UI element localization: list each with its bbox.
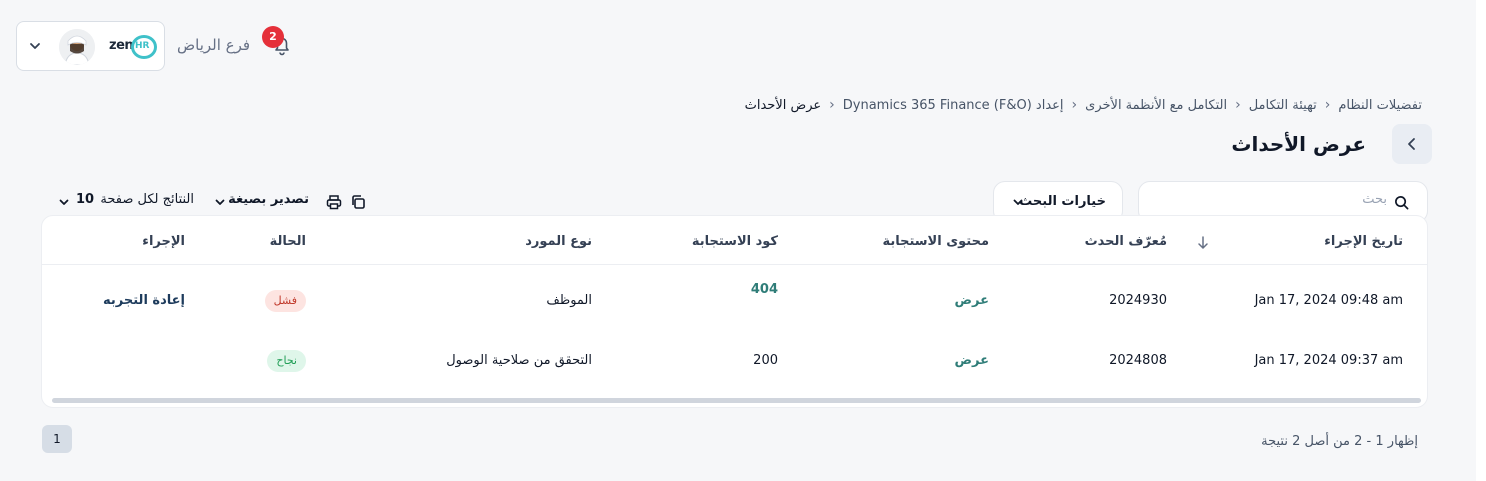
breadcrumb-item-dynamics-setup[interactable]: إعداد Dynamics 365 Finance (F&O) <box>843 98 1064 113</box>
breadcrumb-item-current: عرض الأحداث <box>744 97 822 113</box>
search-input[interactable] <box>1167 192 1387 207</box>
cell-response-code: 200 <box>753 353 778 368</box>
right-edge-strip <box>1476 0 1486 481</box>
chevron-down-icon <box>1013 199 1023 205</box>
notification-count-badge: 2 <box>262 26 284 48</box>
status-badge: فشل <box>264 290 306 312</box>
search-icon <box>1395 196 1409 210</box>
column-header-date[interactable]: تاريخ الإجراء <box>1324 234 1403 249</box>
sort-arrow-down-icon[interactable] <box>1197 236 1209 250</box>
chevron-left-icon: ‹ <box>829 97 835 113</box>
export-label: تصدير بصيغة <box>228 192 309 207</box>
results-per-page-select[interactable]: النتائج لكل صفحة 10 <box>58 192 198 212</box>
page-title: عرض الأحداث <box>1231 132 1366 156</box>
retry-button[interactable]: إعادة التجربه <box>103 293 185 308</box>
cell-provider-type: الموظف <box>546 293 592 308</box>
horizontal-scrollbar[interactable] <box>52 398 1421 403</box>
page: zen HR فرع الرياض 2 تفضيلات النظام ‹ تهي… <box>0 0 1476 481</box>
zenhr-logo: zen HR <box>109 35 157 59</box>
column-header-provider-type[interactable]: نوع المورد <box>525 234 592 249</box>
cell-date: Jan 17, 2024 09:37 am <box>1254 353 1403 368</box>
column-header-action[interactable]: الإجراء <box>142 234 185 249</box>
chevron-left-icon: ‹ <box>1235 97 1241 113</box>
chevron-left-icon: ‹ <box>1071 97 1078 113</box>
cell-provider-type: التحقق من صلاحية الوصول <box>446 353 592 368</box>
column-header-event-id[interactable]: مُعرّف الحدث <box>1085 234 1167 249</box>
chevron-left-icon: ‹ <box>1324 97 1331 113</box>
chevron-left-icon <box>1408 138 1415 150</box>
chevron-down-icon <box>30 43 40 49</box>
breadcrumb-item-other-systems[interactable]: التكامل مع الأنظمة الأخرى <box>1085 98 1227 113</box>
user-avatar-icon <box>59 29 95 65</box>
cell-response-code: 404 <box>750 282 778 297</box>
logo-text-zen: zen <box>109 38 134 53</box>
chevron-down-icon <box>59 199 69 205</box>
breadcrumb-item-integration-setup[interactable]: تهيئة التكامل <box>1249 98 1317 113</box>
view-response-link[interactable]: عرض <box>955 293 989 308</box>
user-branch-selector[interactable]: zen HR <box>16 21 165 71</box>
cell-event-id: 2024808 <box>1109 353 1167 368</box>
column-header-response-code[interactable]: كود الاستجابة <box>692 234 778 249</box>
logo-text-hr: HR <box>135 41 150 51</box>
header-divider <box>42 264 1427 265</box>
breadcrumb: تفضيلات النظام ‹ تهيئة التكامل ‹ التكامل… <box>745 97 1422 113</box>
export-dropdown[interactable]: تصدير بصيغة <box>214 192 314 212</box>
view-response-link[interactable]: عرض <box>955 353 989 368</box>
breadcrumb-item-preferences[interactable]: تفضيلات النظام <box>1338 98 1422 113</box>
results-per-page-value: 10 <box>76 192 95 207</box>
page-button-1[interactable]: 1 <box>42 425 72 453</box>
status-badge: نجاح <box>267 350 306 372</box>
cell-date: Jan 17, 2024 09:48 am <box>1254 293 1403 308</box>
column-header-status[interactable]: الحالة <box>270 234 306 249</box>
search-options-label: خيارات البحث <box>1019 194 1106 209</box>
print-icon[interactable] <box>326 194 342 210</box>
results-summary: إظهار 1 - 2 من أصل 2 نتيجة <box>1261 434 1418 449</box>
cell-event-id: 2024930 <box>1109 293 1167 308</box>
results-per-page-label: النتائج لكل صفحة <box>100 192 194 207</box>
back-button[interactable] <box>1392 124 1432 164</box>
avatar[interactable] <box>59 29 95 65</box>
chevron-down-icon <box>215 199 225 205</box>
copy-icon[interactable] <box>350 194 366 210</box>
column-header-response-content[interactable]: محتوى الاستجابة <box>882 234 989 249</box>
branch-name[interactable]: فرع الرياض <box>177 36 250 54</box>
events-table: تاريخ الإجراء مُعرّف الحدث محتوى الاستجا… <box>41 215 1428 408</box>
